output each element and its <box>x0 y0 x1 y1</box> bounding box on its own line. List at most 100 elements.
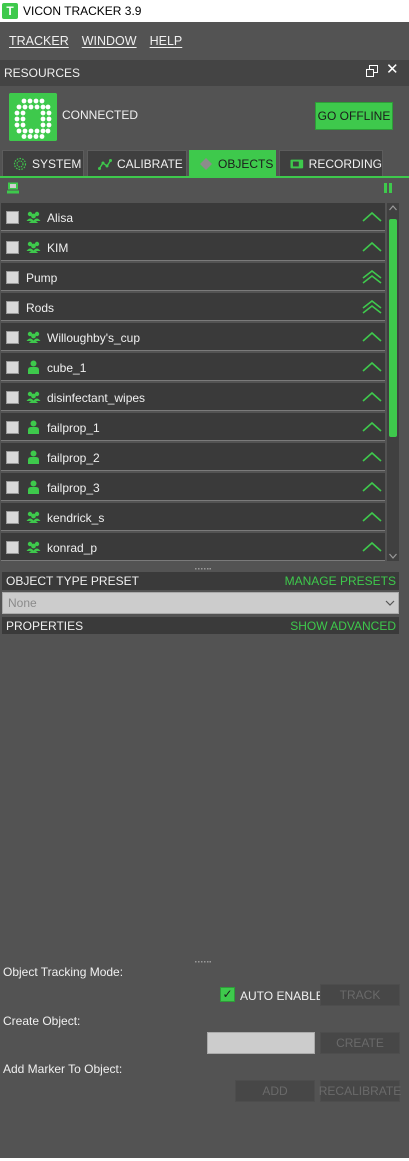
go-offline-button[interactable]: GO OFFLINE <box>315 102 393 130</box>
menu-help[interactable]: HELP <box>150 34 183 48</box>
person-object-icon <box>28 360 39 374</box>
tab-calibrate[interactable]: CALIBRATE <box>87 150 187 176</box>
connection-status: CONNECTED <box>62 108 139 122</box>
chevron-up-icon <box>362 241 382 252</box>
object-enable-checkbox[interactable] <box>6 541 19 554</box>
object-row[interactable]: failprop_3 <box>1 473 385 501</box>
tab-objects-label: OBJECTS <box>218 156 274 171</box>
preset-title: OBJECT TYPE PRESET <box>6 574 139 588</box>
properties-body <box>2 634 399 952</box>
scroll-up-icon[interactable] <box>389 205 397 211</box>
group-object-icon <box>26 241 41 253</box>
object-name: Alisa <box>47 211 74 225</box>
object-row[interactable]: failprop_1 <box>1 413 385 441</box>
object-name: Pump <box>26 271 58 285</box>
manage-presets-link[interactable]: MANAGE PRESETS <box>285 574 396 588</box>
close-icon[interactable]: ✕ <box>386 62 400 77</box>
tab-objects[interactable]: OBJECTS <box>189 150 276 176</box>
title-bar: T VICON TRACKER 3.9 <box>0 0 409 22</box>
chevron-up-icon <box>362 451 382 462</box>
chevron-up-icon <box>362 511 382 522</box>
double-chevron-up-icon <box>362 300 382 314</box>
object-row[interactable]: konrad_p <box>1 533 385 561</box>
properties-title: PROPERTIES <box>6 619 84 633</box>
tab-calibrate-label: CALIBRATE <box>117 156 183 171</box>
object-enable-checkbox[interactable] <box>6 511 19 524</box>
tab-system[interactable]: SYSTEM <box>2 150 84 176</box>
object-enable-checkbox[interactable] <box>6 421 19 434</box>
splitter-handle-icon[interactable] <box>195 960 211 963</box>
object-name: Rods <box>26 301 55 315</box>
object-enable-checkbox[interactable] <box>6 211 19 224</box>
add-marker-button[interactable]: ADD <box>235 1080 315 1102</box>
preset-header: OBJECT TYPE PRESET MANAGE PRESETS <box>2 572 399 590</box>
object-name: konrad_p <box>47 541 98 555</box>
tab-system-label: SYSTEM <box>32 156 82 171</box>
object-row[interactable]: Alisa <box>1 203 385 231</box>
object-row[interactable]: Rods <box>1 293 385 321</box>
chevron-up-icon <box>362 211 382 222</box>
objects-toolbar <box>0 178 400 200</box>
auto-enable-checkbox[interactable]: ✓ <box>220 987 235 1002</box>
create-button[interactable]: CREATE <box>320 1032 400 1054</box>
object-enable-checkbox[interactable] <box>6 391 19 404</box>
chevron-up-icon <box>362 481 382 492</box>
window-title: VICON TRACKER 3.9 <box>23 4 142 18</box>
tab-bar: SYSTEM CALIBRATE OBJECTS RECORDING <box>0 150 409 177</box>
show-advanced-link[interactable]: SHOW ADVANCED <box>290 619 396 633</box>
create-object-input[interactable] <box>207 1032 315 1054</box>
group-object-icon <box>26 211 41 223</box>
calibrate-wand-icon <box>98 158 112 170</box>
object-enable-checkbox[interactable] <box>6 361 19 374</box>
add-object-icon[interactable] <box>7 182 20 194</box>
object-name: failprop_3 <box>47 481 100 495</box>
object-row[interactable]: Pump <box>1 263 385 291</box>
person-object-icon <box>28 420 39 434</box>
object-name: cube_1 <box>47 361 87 375</box>
menu-tracker[interactable]: TRACKER <box>9 34 69 48</box>
group-object-icon <box>26 331 41 343</box>
double-chevron-up-icon <box>362 270 382 284</box>
object-enable-checkbox[interactable] <box>6 451 19 464</box>
splitter-handle-icon[interactable] <box>195 567 211 570</box>
person-object-icon <box>28 450 39 464</box>
camera-icon <box>290 159 304 168</box>
tracking-mode-label: Object Tracking Mode: <box>3 965 124 979</box>
object-row[interactable]: Willoughby's_cup <box>1 323 385 351</box>
pause-icon[interactable] <box>384 183 392 193</box>
menu-bar: TRACKER WINDOW HELP <box>0 22 409 60</box>
object-row[interactable]: failprop_2 <box>1 443 385 471</box>
auto-enable-label: AUTO ENABLE <box>240 989 324 1003</box>
group-object-icon <box>26 541 41 553</box>
object-enable-checkbox[interactable] <box>6 301 19 314</box>
object-name: failprop_2 <box>47 451 100 465</box>
object-row[interactable]: kendrick_s <box>1 503 385 531</box>
chevron-up-icon <box>362 361 382 372</box>
track-button[interactable]: TRACK <box>320 984 400 1006</box>
scroll-down-icon[interactable] <box>389 553 397 559</box>
scrollbar-thumb[interactable] <box>389 219 397 437</box>
create-object-label: Create Object: <box>3 1014 81 1028</box>
object-enable-checkbox[interactable] <box>6 481 19 494</box>
add-marker-label: Add Marker To Object: <box>3 1062 123 1076</box>
menu-window[interactable]: WINDOW <box>82 34 137 48</box>
object-row[interactable]: disinfectant_wipes <box>1 383 385 411</box>
float-window-icon[interactable] <box>366 65 378 77</box>
preset-select-value: None <box>8 596 37 610</box>
object-enable-checkbox[interactable] <box>6 331 19 344</box>
object-row[interactable]: KIM <box>1 233 385 261</box>
resources-header: RESOURCES ✕ <box>0 60 409 86</box>
object-enable-checkbox[interactable] <box>6 271 19 284</box>
recalibrate-button[interactable]: RECALIBRATE <box>319 1080 401 1102</box>
person-object-icon <box>28 480 39 494</box>
object-row[interactable]: cube_1 <box>1 353 385 381</box>
resources-title: RESOURCES <box>4 66 81 80</box>
tab-recording[interactable]: RECORDING <box>279 150 383 176</box>
preset-select[interactable]: None <box>2 592 399 614</box>
object-enable-checkbox[interactable] <box>6 241 19 254</box>
chevron-up-icon <box>362 421 382 432</box>
object-name: KIM <box>47 241 69 255</box>
chevron-up-icon <box>362 331 382 342</box>
system-icon <box>13 157 27 170</box>
properties-header: PROPERTIES SHOW ADVANCED <box>2 617 399 635</box>
